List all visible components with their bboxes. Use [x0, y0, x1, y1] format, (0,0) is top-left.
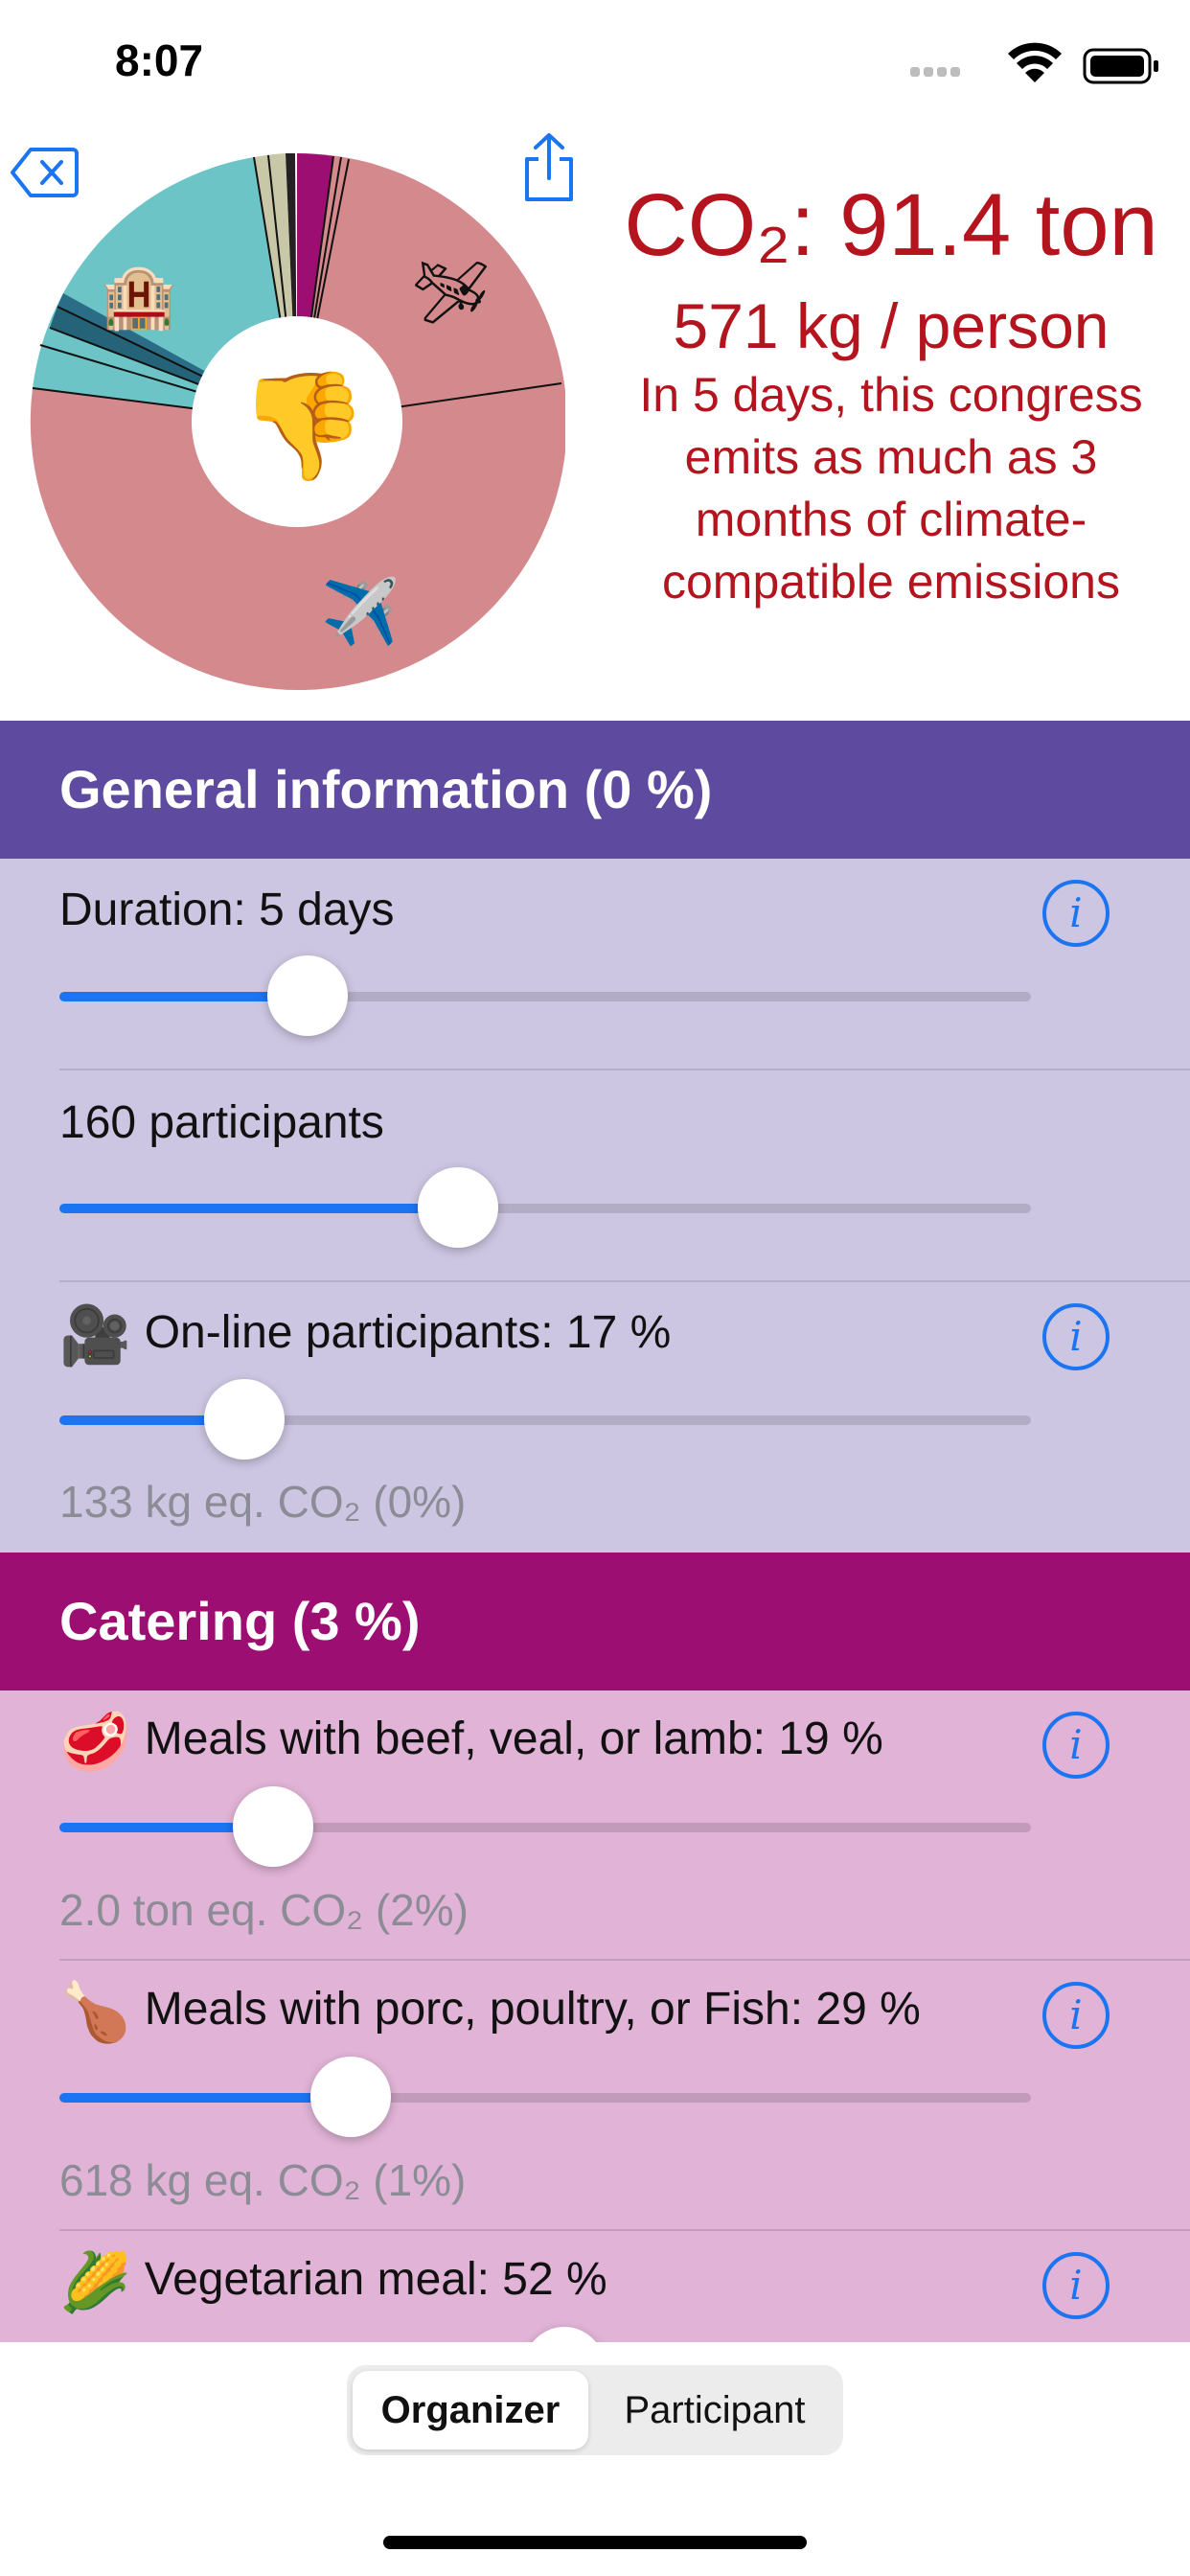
info-circle-icon[interactable]: i: [1042, 1982, 1110, 2049]
wifi-icon: [1008, 42, 1062, 82]
participants-slider[interactable]: [59, 1167, 1031, 1248]
poultry-meals-slider[interactable]: [59, 2057, 1031, 2137]
online-participants-co2: 133 kg eq. CO₂ (0%): [59, 1477, 467, 1527]
beef-meals-co2: 2.0 ton eq. CO₂ (2%): [59, 1885, 469, 1935]
tab-participant[interactable]: Participant: [592, 2371, 837, 2450]
co2-total: CO₂: 91.4 ton: [624, 176, 1158, 274]
beef-meals-row: 🥩 Meals with beef, veal, or lamb: 19 %: [59, 1708, 883, 1776]
info-circle-icon[interactable]: i: [1042, 880, 1110, 947]
poultry-meals-label: Meals with porc, poultry, or Fish: 29 %: [144, 1984, 921, 2036]
general-information-header: General information (0 %): [0, 721, 1190, 859]
info-circle-icon[interactable]: i: [1042, 1303, 1110, 1370]
home-indicator: [383, 2536, 807, 2549]
plane-emoji: ✈️: [321, 576, 400, 647]
corn-emoji: 🌽: [59, 2250, 131, 2314]
status-icons: [910, 42, 1158, 84]
mode-segmented-control: Organizer Participant: [347, 2365, 843, 2455]
online-participants-label: On-line participants: 17 %: [144, 1307, 672, 1359]
hotel-emoji: 🏨: [101, 262, 177, 331]
beef-meals-slider[interactable]: [59, 1786, 1031, 1867]
emissions-comparison: In 5 days, this congress emits as much a…: [639, 368, 1143, 609]
small-plane-emoji: 🛩: [412, 258, 491, 327]
battery-icon: [1083, 48, 1158, 84]
catering-header: Catering (3 %): [0, 1552, 1190, 1690]
thumbs-down-emoji: 👎: [238, 367, 369, 485]
video-camera-emoji: 🎥: [59, 1303, 131, 1368]
online-participants-row: 🎥 On-line participants: 17 %: [59, 1301, 671, 1369]
divider: [59, 1280, 1190, 1282]
divider: [59, 1959, 1190, 1961]
vegetarian-meals-row: 🌽 Vegetarian meal: 52 %: [59, 2248, 607, 2316]
participants-label: 160 participants: [59, 1097, 384, 1148]
beef-meals-label: Meals with beef, veal, or lamb: 19 %: [144, 1714, 883, 1765]
divider: [59, 1069, 1190, 1070]
info-circle-icon[interactable]: i: [1042, 2252, 1110, 2319]
tab-organizer[interactable]: Organizer: [353, 2371, 588, 2450]
co2-per-person: 571 kg / person: [673, 290, 1110, 361]
online-participants-slider[interactable]: [59, 1379, 1031, 1460]
info-circle-icon[interactable]: i: [1042, 1712, 1110, 1779]
meat-emoji: 🥩: [59, 1710, 131, 1774]
poultry-meals-row: 🍗 Meals with porc, poultry, or Fish: 29 %: [59, 1978, 921, 2046]
duration-label: Duration: 5 days: [59, 885, 395, 935]
cellular-signal-icon: [910, 67, 960, 77]
poultry-leg-emoji: 🍗: [59, 1980, 131, 2044]
poultry-meals-co2: 618 kg eq. CO₂ (1%): [59, 2155, 467, 2205]
status-time: 8:07: [115, 35, 204, 85]
duration-slider[interactable]: [59, 955, 1031, 1036]
divider: [59, 2229, 1190, 2231]
vegetarian-meals-label: Vegetarian meal: 52 %: [144, 2254, 607, 2306]
